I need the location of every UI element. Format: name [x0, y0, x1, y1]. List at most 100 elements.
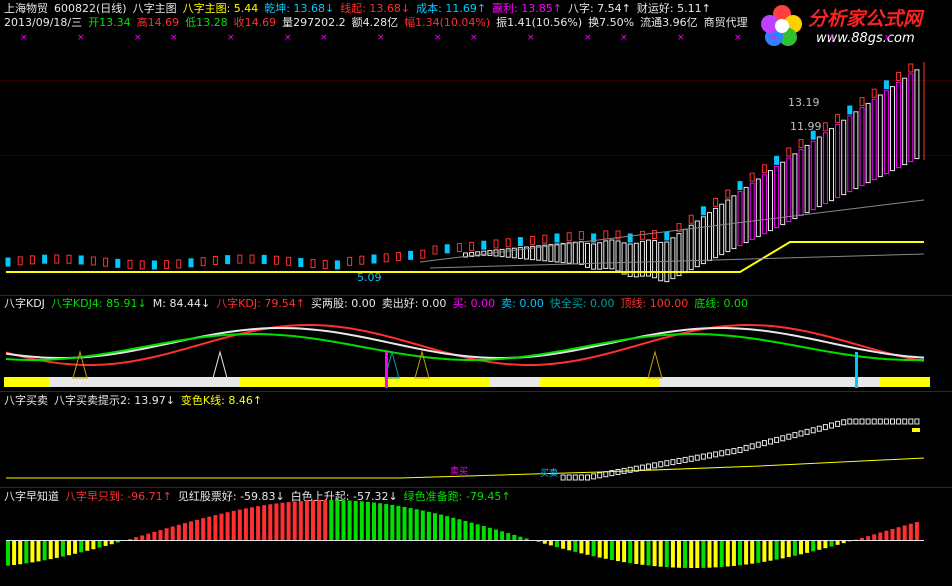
trade-candle	[761, 440, 767, 447]
trade-candle	[829, 422, 834, 429]
early-bar	[567, 540, 572, 551]
early-bar	[73, 540, 78, 554]
price-candle	[566, 232, 572, 242]
early-bar	[140, 535, 145, 540]
price-candle	[420, 249, 426, 259]
early-bar	[451, 517, 456, 540]
early-bar	[146, 533, 151, 540]
early-bar	[768, 540, 773, 561]
price-candle	[871, 88, 877, 98]
main-bar	[505, 248, 511, 258]
trade-candle	[816, 425, 822, 432]
price-candle	[29, 255, 35, 265]
signal-mark: ×	[884, 33, 892, 43]
price-candle	[286, 256, 292, 266]
early-bar	[365, 501, 370, 540]
main-bar	[688, 224, 694, 271]
main-bar	[676, 233, 682, 277]
price-candle	[164, 260, 170, 270]
early-bar	[231, 510, 236, 540]
early-bar	[860, 537, 864, 540]
trade-candle	[670, 459, 676, 466]
early-bar	[18, 540, 23, 565]
price-candle	[469, 241, 475, 251]
main-bar	[511, 247, 517, 259]
early-bar	[640, 540, 645, 565]
main-bar	[572, 241, 578, 265]
signal-mark: ×	[734, 33, 742, 43]
early-baseline	[6, 540, 924, 541]
main-bar	[896, 81, 902, 169]
early-bar	[128, 538, 132, 540]
price-candle	[700, 206, 706, 216]
trade-signal: 卖买	[450, 466, 468, 477]
main-bar	[578, 241, 584, 265]
price-candle	[883, 80, 889, 90]
early-bar	[579, 540, 584, 554]
early-bar	[908, 523, 913, 540]
price-candle	[908, 63, 914, 73]
main-bar	[737, 191, 743, 247]
early-bar	[408, 508, 413, 540]
price-candle	[78, 255, 84, 265]
main-bar	[914, 69, 920, 160]
price-candle	[151, 260, 157, 270]
price-candle	[298, 258, 304, 268]
main-bar	[725, 199, 731, 253]
price-candle	[383, 253, 389, 263]
early-bar	[634, 540, 639, 564]
trade-candle	[688, 455, 694, 462]
trade-candle	[694, 454, 700, 461]
trade-candle	[676, 458, 682, 464]
early-bar	[481, 526, 486, 540]
early-bar	[689, 540, 694, 568]
early-bar	[622, 540, 627, 563]
trend-dotted-line	[419, 199, 925, 263]
early-bar	[243, 508, 248, 540]
price-candle	[444, 244, 450, 254]
early-bar	[54, 540, 59, 558]
price-candle	[176, 259, 182, 269]
price-candle	[347, 256, 353, 266]
early-bar	[79, 540, 84, 553]
early-bar	[298, 501, 303, 540]
main-bar	[780, 161, 786, 226]
price-candle	[761, 164, 767, 174]
trade-candle	[731, 448, 737, 455]
price-candle	[322, 259, 328, 269]
early-bar	[85, 540, 90, 551]
early-bar	[524, 538, 529, 540]
price-candle	[786, 147, 792, 157]
main-bar	[597, 242, 603, 270]
price-candle	[371, 254, 377, 264]
early-bar	[311, 500, 315, 540]
early-bar	[512, 534, 517, 540]
early-bar	[896, 527, 901, 540]
trade-candle	[713, 451, 719, 458]
early-bar	[286, 502, 291, 540]
early-bar	[359, 501, 364, 540]
early-bar	[506, 533, 511, 540]
early-bar	[866, 536, 871, 540]
price-candle	[310, 259, 316, 269]
early-bar	[469, 522, 474, 540]
early-bar	[402, 506, 407, 540]
early-bar	[555, 540, 559, 548]
price-candle	[749, 172, 755, 182]
early-bar	[609, 540, 614, 560]
trade-candle	[835, 420, 841, 427]
early-bar	[780, 540, 785, 559]
price-candle	[200, 257, 206, 267]
chart-canvas[interactable]: × × × × × × × × × × × × × × × × × × 卖买 买卖	[0, 0, 952, 586]
early-bar	[48, 540, 53, 560]
main-bar	[810, 140, 816, 211]
main-bar	[591, 243, 597, 270]
early-bar	[786, 540, 791, 558]
early-bar	[170, 526, 175, 540]
price-candle	[103, 257, 109, 267]
trade-candle	[902, 418, 908, 425]
main-bar	[853, 111, 859, 190]
trade-candle	[865, 418, 871, 425]
main-bar	[700, 216, 706, 265]
main-bar	[786, 157, 792, 223]
